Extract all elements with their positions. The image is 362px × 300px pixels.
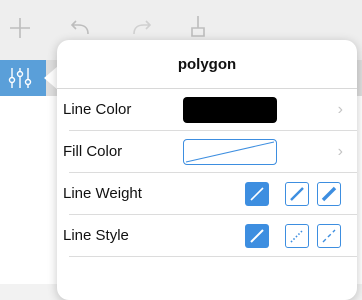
chevron-right-icon: › xyxy=(337,101,343,118)
sliders-icon xyxy=(8,68,32,88)
tool-icon[interactable] xyxy=(184,14,212,42)
line-weight-row: Line Weight xyxy=(57,173,357,215)
popover-arrow xyxy=(44,66,58,90)
line-weight-thick-option[interactable] xyxy=(317,182,341,206)
line-color-row[interactable]: Line Color › xyxy=(57,89,357,131)
fill-color-swatch[interactable] xyxy=(183,139,277,165)
line-weight-thin-option[interactable] xyxy=(245,182,269,206)
line-style-label: Line Style xyxy=(63,227,129,244)
line-color-label: Line Color xyxy=(63,101,132,118)
properties-button[interactable] xyxy=(0,60,46,96)
popover-title: polygon xyxy=(57,40,357,89)
line-style-dotted-option[interactable] xyxy=(285,224,309,248)
line-style-dashed-option[interactable] xyxy=(317,224,341,248)
chevron-right-icon: › xyxy=(337,143,343,160)
line-weight-medium-option[interactable] xyxy=(285,182,309,206)
fill-color-label: Fill Color xyxy=(63,143,123,160)
undo-icon[interactable] xyxy=(66,14,94,42)
line-weight-label: Line Weight xyxy=(63,185,142,202)
line-style-row: Line Style xyxy=(57,215,357,257)
add-icon[interactable] xyxy=(6,14,34,42)
line-color-swatch[interactable] xyxy=(183,97,277,123)
fill-color-row[interactable]: Fill Color › xyxy=(57,131,357,173)
properties-popover: polygon Line Color › Fill Color › Line W… xyxy=(57,40,357,300)
redo-icon[interactable] xyxy=(128,14,156,42)
line-style-solid-option[interactable] xyxy=(245,224,269,248)
